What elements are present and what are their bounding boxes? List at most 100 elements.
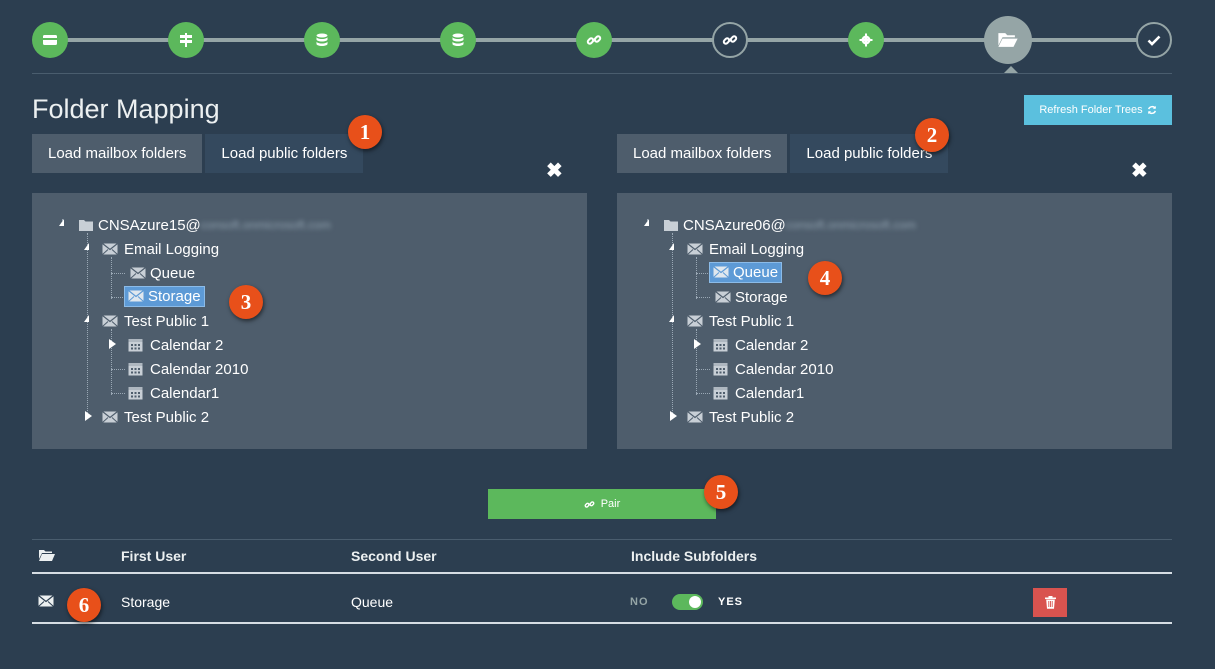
- step-link-icon-2[interactable]: [712, 22, 748, 58]
- tree-node-test-public-2[interactable]: Test Public 2: [102, 406, 209, 428]
- tree-node-storage[interactable]: Storage: [712, 286, 791, 308]
- tree-node-test-public-1[interactable]: Test Public 1: [687, 310, 794, 332]
- callout-badge-3: 3: [229, 285, 263, 319]
- tree-node-label: Queue: [150, 264, 196, 282]
- step-gear-icon[interactable]: [848, 22, 884, 58]
- tree-node-label: Email Logging: [124, 240, 220, 258]
- folder-open-icon: [38, 549, 56, 562]
- right-folder-tree: CNSAzure06@ consoft.onmicrosoft.com Emai…: [617, 193, 1172, 449]
- delete-button[interactable]: [1033, 588, 1067, 617]
- step-link-icon[interactable]: [576, 22, 612, 58]
- tree-node-label: Storage: [735, 288, 788, 306]
- left-close-icon[interactable]: ✖: [546, 158, 563, 183]
- tree-node-label: Calendar 2010: [150, 360, 249, 378]
- tree-node-email-logging[interactable]: Email Logging: [102, 238, 219, 260]
- tree-node-root[interactable]: CNSAzure06@ consoft.onmicrosoft.com: [663, 214, 916, 236]
- callout-badge-6: 6: [67, 588, 101, 622]
- tree-node-calendar1[interactable]: Calendar1: [713, 382, 804, 404]
- expanded-arrow-icon[interactable]: [84, 315, 89, 322]
- column-header-second-user: Second User: [351, 548, 437, 564]
- expanded-arrow-icon[interactable]: [644, 219, 649, 226]
- cell-second-user: Queue: [351, 594, 394, 610]
- envelope-icon: [102, 243, 118, 255]
- page-title: Folder Mapping: [32, 94, 220, 124]
- tree-node-calendar-2[interactable]: Calendar 2: [128, 334, 223, 356]
- envelope-icon: [687, 243, 703, 255]
- right-tab-mailbox-folders[interactable]: Load mailbox folders: [617, 134, 788, 173]
- expanded-arrow-icon[interactable]: [59, 219, 64, 226]
- envelope-icon: [128, 290, 144, 302]
- tree-node-root[interactable]: CNSAzure15@ consoft.onmicrosoft.com: [78, 214, 331, 236]
- tree-node-queue-selected[interactable]: Queue: [709, 261, 783, 283]
- tree-node-storage-selected[interactable]: Storage: [124, 285, 205, 307]
- tree-node-root-blurred-email: consoft.onmicrosoft.com: [785, 218, 916, 232]
- tree-node-calendar-2010[interactable]: Calendar 2010: [128, 358, 248, 380]
- envelope-icon: [102, 315, 118, 327]
- include-subfolders-toggle[interactable]: [672, 594, 703, 610]
- tree-node-test-public-1[interactable]: Test Public 1: [102, 310, 209, 332]
- envelope-icon: [130, 267, 146, 279]
- envelope-icon: [102, 411, 118, 423]
- toggle-no-label: NO: [630, 596, 649, 608]
- toggle-yes-label: YES: [718, 596, 744, 608]
- expanded-arrow-icon[interactable]: [669, 315, 674, 322]
- step-card-icon[interactable]: [32, 22, 68, 58]
- tree-node-label: Storage: [148, 287, 201, 305]
- tree-node-label: Calendar 2: [150, 336, 224, 354]
- collapsed-arrow-icon[interactable]: [670, 411, 677, 421]
- tree-node-label: Calendar1: [735, 384, 805, 402]
- calendar-icon: [713, 362, 728, 376]
- envelope-icon: [687, 411, 703, 423]
- column-header-first-user: First User: [121, 548, 187, 564]
- current-step-caret: [1004, 66, 1018, 73]
- tree-node-label: Calendar 2010: [735, 360, 834, 378]
- envelope-icon: [38, 595, 54, 607]
- calendar-icon: [128, 338, 143, 352]
- tree-node-label: Test Public 1: [124, 312, 210, 330]
- refresh-button-label: Refresh Folder Trees: [1039, 104, 1143, 116]
- left-tab-mailbox-folders[interactable]: Load mailbox folders: [32, 134, 203, 173]
- tree-node-email-logging[interactable]: Email Logging: [687, 238, 804, 260]
- calendar-icon: [713, 338, 728, 352]
- pair-button[interactable]: Pair: [488, 489, 716, 519]
- folder-icon: [663, 218, 679, 232]
- left-tab-public-folders[interactable]: Load public folders: [205, 134, 364, 173]
- refresh-icon: [1147, 105, 1157, 115]
- envelope-icon: [687, 315, 703, 327]
- cell-first-user: Storage: [121, 594, 171, 610]
- left-tabs: Load mailbox folders Load public folders: [32, 134, 364, 173]
- right-close-icon[interactable]: ✖: [1131, 158, 1148, 183]
- divider: [32, 73, 1172, 74]
- tree-node-calendar-2010[interactable]: Calendar 2010: [713, 358, 833, 380]
- toggle-knob: [689, 596, 701, 608]
- tree-node-label: Test Public 2: [709, 408, 795, 426]
- calendar-icon: [128, 386, 143, 400]
- tree-node-label: Calendar1: [150, 384, 220, 402]
- step-folder-open-icon[interactable]: [984, 16, 1032, 64]
- callout-badge-2: 2: [915, 118, 949, 152]
- right-tabs: Load mailbox folders Load public folders: [617, 134, 949, 173]
- tree-node-calendar-2[interactable]: Calendar 2: [713, 334, 808, 356]
- tree-node-root-label: CNSAzure15@: [98, 216, 201, 234]
- tree-node-calendar1[interactable]: Calendar1: [128, 382, 219, 404]
- expanded-arrow-icon[interactable]: [84, 243, 89, 250]
- pair-button-label: Pair: [600, 498, 621, 510]
- tree-node-label: Test Public 1: [709, 312, 795, 330]
- tree-node-queue[interactable]: Queue: [127, 262, 198, 284]
- refresh-folder-trees-button[interactable]: Refresh Folder Trees: [1024, 95, 1172, 125]
- callout-badge-4: 4: [808, 261, 842, 295]
- step-check-icon[interactable]: [1136, 22, 1172, 58]
- collapsed-arrow-icon[interactable]: [694, 339, 701, 349]
- expanded-arrow-icon[interactable]: [669, 243, 674, 250]
- left-folder-tree: CNSAzure15@ consoft.onmicrosoft.com Emai…: [32, 193, 587, 449]
- calendar-icon: [128, 362, 143, 376]
- step-database-icon-2[interactable]: [440, 22, 476, 58]
- step-database-icon[interactable]: [304, 22, 340, 58]
- tree-node-test-public-2[interactable]: Test Public 2: [687, 406, 794, 428]
- collapsed-arrow-icon[interactable]: [109, 339, 116, 349]
- folder-icon: [78, 218, 94, 232]
- step-signpost-icon[interactable]: [168, 22, 204, 58]
- collapsed-arrow-icon[interactable]: [85, 411, 92, 421]
- column-header-include-subfolders: Include Subfolders: [631, 548, 758, 564]
- link-icon: [584, 499, 595, 510]
